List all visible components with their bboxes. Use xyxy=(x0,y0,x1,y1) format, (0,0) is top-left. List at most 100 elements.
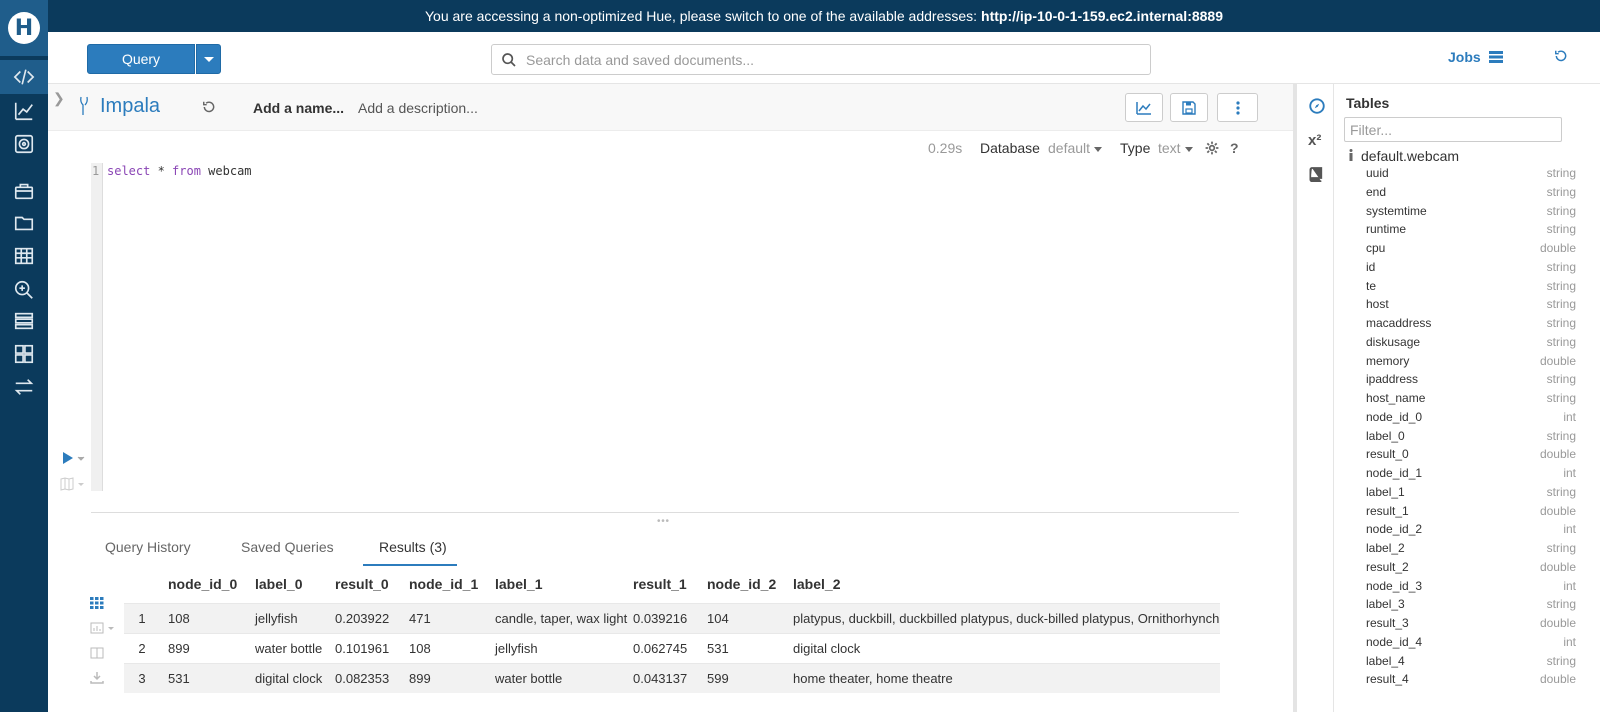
jobs-button[interactable]: Jobs xyxy=(1448,49,1503,65)
hue-logo[interactable]: H xyxy=(0,0,48,56)
banner-message: You are accessing a non-optimized Hue, p… xyxy=(424,8,978,24)
table-cell: water bottle xyxy=(255,641,323,656)
column-item[interactable]: id string xyxy=(1366,260,1576,279)
book-icon[interactable] xyxy=(1308,166,1324,187)
column-item[interactable]: systemtime string xyxy=(1366,204,1576,223)
column-type: double xyxy=(1539,616,1576,630)
table-entry[interactable]: default.webcam xyxy=(1348,148,1459,164)
functions-x2-icon[interactable]: x² xyxy=(1308,132,1321,149)
resize-grip[interactable]: • • • xyxy=(657,516,669,527)
database-select[interactable]: default xyxy=(1048,140,1102,156)
banner-address-link[interactable]: http://ip-10-0-1-159.ec2.internal:8889 xyxy=(981,8,1223,24)
column-type: double xyxy=(1539,503,1576,518)
chart-view-icon[interactable] xyxy=(90,621,118,639)
query-dropdown-toggle[interactable] xyxy=(196,44,221,74)
files-nav-item[interactable] xyxy=(0,206,48,240)
column-item[interactable]: node_id_2 int xyxy=(1366,522,1576,541)
column-item[interactable]: memory double xyxy=(1366,354,1576,373)
column-item[interactable]: node_id_3 int xyxy=(1366,579,1576,598)
column-item[interactable]: end string xyxy=(1366,185,1576,204)
column-header[interactable]: result_0 xyxy=(335,576,389,592)
column-item[interactable]: label_0 string xyxy=(1366,429,1576,448)
global-search[interactable] xyxy=(491,44,1151,75)
more-options-button[interactable] xyxy=(1217,93,1258,122)
column-name: result_3 xyxy=(1366,616,1409,630)
code-editor[interactable]: select * from webcam xyxy=(107,164,252,178)
column-item[interactable]: ipaddress string xyxy=(1366,372,1576,391)
column-header[interactable]: node_id_2 xyxy=(707,576,776,592)
search-input[interactable] xyxy=(526,51,1150,68)
column-type: int xyxy=(1563,522,1576,537)
documents-nav-item[interactable] xyxy=(0,174,48,208)
column-type: double xyxy=(1539,241,1576,255)
column-item[interactable]: result_0 double xyxy=(1366,447,1576,466)
table-row[interactable]: 3 531 digital clock 0.082353 899 water bottle… xyxy=(124,663,1220,693)
save-button[interactable] xyxy=(1170,93,1208,122)
column-view-icon[interactable] xyxy=(90,646,104,664)
search-nav-item[interactable] xyxy=(0,273,48,307)
query-name-field[interactable]: Add a name... xyxy=(253,100,344,116)
tables-filter-input[interactable] xyxy=(1344,117,1562,142)
column-item[interactable]: label_4 string xyxy=(1366,654,1576,673)
tab-query-history[interactable]: Query History xyxy=(105,539,191,555)
execution-time: 0.29s xyxy=(928,140,963,156)
column-item[interactable]: result_2 double xyxy=(1366,560,1576,579)
apps-nav-item[interactable] xyxy=(0,337,48,371)
tables-nav-item[interactable] xyxy=(0,239,48,273)
query-button[interactable]: Query xyxy=(87,44,195,74)
jobs-list-icon xyxy=(1488,51,1503,63)
column-item[interactable]: node_id_0 int xyxy=(1366,410,1576,429)
scheduler-nav-item[interactable] xyxy=(0,127,48,161)
table-row[interactable]: 2 899 water bottle 0.101961 108 jellyfish 0.06… xyxy=(124,633,1220,663)
column-item[interactable]: node_id_1 int xyxy=(1366,466,1576,485)
column-item[interactable]: te string xyxy=(1366,279,1576,298)
code-keyword-select: select xyxy=(107,164,151,178)
column-header[interactable]: label_0 xyxy=(255,576,302,592)
undo-icon[interactable] xyxy=(202,100,216,119)
grid-view-icon[interactable] xyxy=(90,596,104,614)
column-item[interactable]: host string xyxy=(1366,297,1576,316)
run-button[interactable] xyxy=(62,451,86,470)
download-icon[interactable] xyxy=(90,671,104,689)
column-item[interactable]: runtime string xyxy=(1366,222,1576,241)
help-icon[interactable]: ? xyxy=(1230,140,1239,156)
column-type: string xyxy=(1546,316,1576,330)
table-row[interactable]: 1 108 jellyfish 0.203922 471 candle, taper, w… xyxy=(124,603,1220,633)
column-type: string xyxy=(1546,222,1576,237)
chart-button[interactable] xyxy=(1125,93,1163,122)
query-description-field[interactable]: Add a description... xyxy=(358,100,478,116)
column-header[interactable]: label_2 xyxy=(793,576,840,592)
compass-icon[interactable] xyxy=(1308,97,1326,120)
type-select[interactable]: text xyxy=(1158,140,1193,156)
column-item[interactable]: label_2 string xyxy=(1366,541,1576,560)
column-item[interactable]: result_4 double xyxy=(1366,672,1576,691)
column-item[interactable]: host_name string xyxy=(1366,391,1576,410)
settings-gear-icon[interactable] xyxy=(1205,141,1219,160)
history-button[interactable] xyxy=(1554,49,1568,68)
editor-nav-item[interactable] xyxy=(0,60,48,94)
map-icon[interactable] xyxy=(60,477,86,496)
column-item[interactable]: label_3 string xyxy=(1366,597,1576,616)
column-header[interactable]: node_id_1 xyxy=(409,576,478,592)
column-header[interactable]: node_id_0 xyxy=(168,576,237,592)
column-item[interactable]: label_1 string xyxy=(1366,485,1576,504)
dashboard-chart-nav-item[interactable] xyxy=(0,94,48,128)
table-cell: candle, taper, wax light xyxy=(495,611,628,626)
column-header[interactable]: label_1 xyxy=(495,576,542,592)
tab-results[interactable]: Results (3) xyxy=(379,539,447,555)
column-item[interactable]: diskusage string xyxy=(1366,335,1576,354)
column-header[interactable]: result_1 xyxy=(633,576,687,592)
importer-nav-item[interactable] xyxy=(0,370,48,404)
column-item[interactable]: cpu double xyxy=(1366,241,1576,260)
tab-saved-queries[interactable]: Saved Queries xyxy=(241,539,334,555)
column-item[interactable]: node_id_4 int xyxy=(1366,635,1576,654)
column-item[interactable]: result_3 double xyxy=(1366,616,1576,635)
jobs-nav-item[interactable] xyxy=(0,304,48,338)
chevron-right-icon[interactable]: ❯ xyxy=(53,90,65,107)
info-icon[interactable] xyxy=(1348,148,1354,164)
column-item[interactable]: result_1 double xyxy=(1366,504,1576,523)
column-item[interactable]: macaddress string xyxy=(1366,316,1576,335)
editor-results-divider[interactable] xyxy=(91,512,1239,513)
column-type: int xyxy=(1563,466,1576,480)
column-item[interactable]: uuid string xyxy=(1366,166,1576,185)
